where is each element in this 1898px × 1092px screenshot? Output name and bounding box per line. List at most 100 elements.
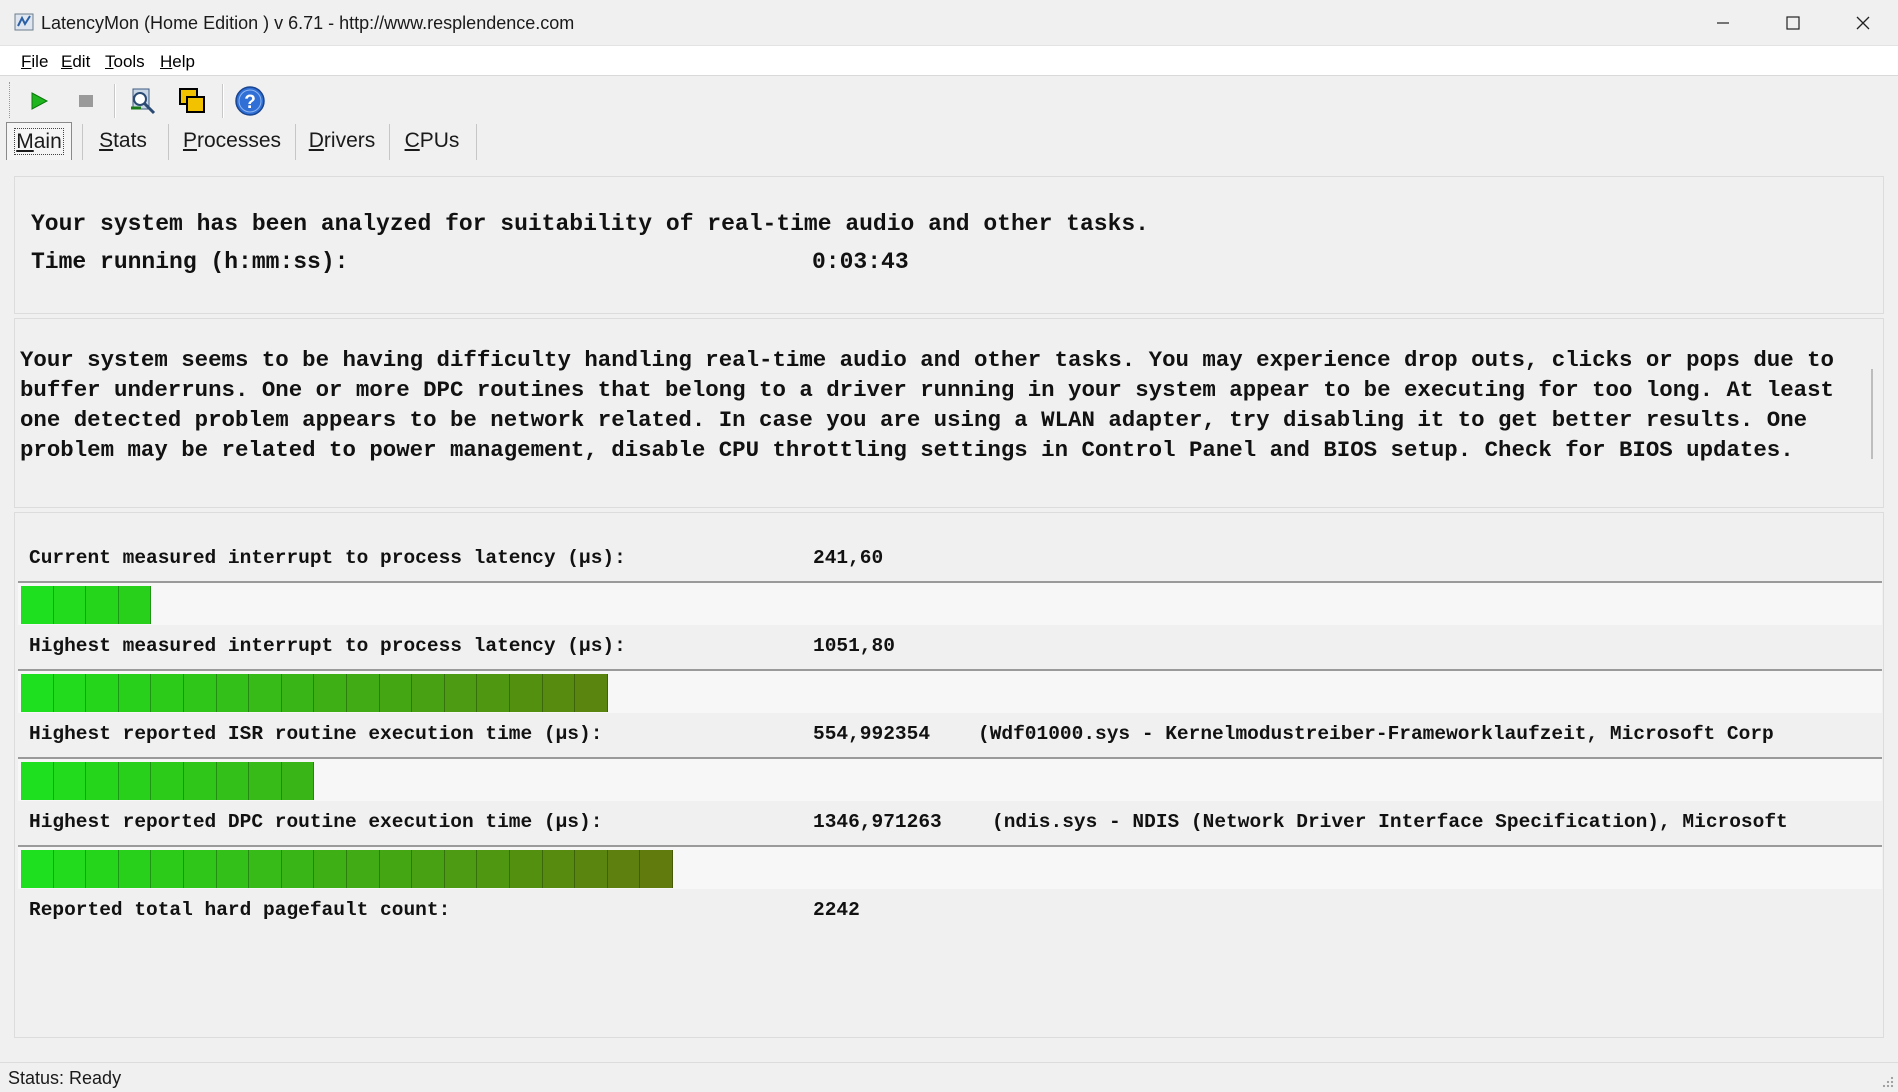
bar-segment (281, 674, 315, 712)
svg-text:?: ? (244, 92, 256, 113)
bar-segment (281, 762, 315, 800)
tab-drivers[interactable]: Drivers (302, 122, 382, 160)
advice-panel: Your system seems to be having difficult… (14, 318, 1884, 508)
pagefault-value: 2242 (813, 899, 860, 921)
status-bar: Status: Ready (0, 1062, 1898, 1092)
advice-scrollbar[interactable] (1871, 369, 1873, 459)
window-copy-icon (179, 88, 205, 113)
analysis-summary: Your system has been analyzed for suitab… (31, 211, 1149, 237)
tab-cpus[interactable]: CPUs (396, 122, 468, 160)
dpc-time-value: 1346,971263 (813, 811, 942, 833)
windows-button[interactable] (175, 84, 209, 118)
status-text: Status: Ready (8, 1068, 122, 1088)
tab-separator (82, 124, 83, 160)
bar-segment (21, 674, 54, 712)
bar-segment (183, 674, 217, 712)
toolbar-separator (114, 84, 116, 118)
pagefault-label: Reported total hard pagefault count: (29, 899, 451, 921)
play-icon (31, 92, 49, 110)
minimize-icon (1717, 22, 1729, 24)
bar-segment (477, 850, 510, 888)
bar-segment (412, 674, 445, 712)
time-running-label: Time running (h:mm:ss): (31, 249, 349, 275)
bar-segment (53, 674, 87, 712)
dpc-time-label: Highest reported DPC routine execution t… (29, 811, 603, 833)
bar-segment (118, 586, 152, 624)
toolbar-grip (9, 82, 13, 118)
current-latency-value: 241,60 (813, 547, 884, 569)
start-button[interactable] (22, 84, 56, 118)
highest-latency-bar-fill (21, 674, 608, 712)
tab-separator (476, 124, 477, 160)
tab-separator (168, 124, 169, 160)
help-button[interactable]: ? (233, 84, 267, 118)
bar-segment (183, 850, 217, 888)
tab-stats[interactable]: Stats (88, 122, 158, 160)
bar-segment (379, 850, 413, 888)
menu-bar: File Edit Tools Help (0, 46, 1898, 76)
close-button[interactable] (1828, 0, 1898, 46)
highest-latency-bar (18, 669, 1882, 713)
bar-segment (216, 762, 250, 800)
tab-processes[interactable]: Processes (176, 122, 288, 160)
current-latency-bar (18, 581, 1882, 625)
menu-help[interactable]: Help (160, 52, 195, 72)
maximize-button[interactable] (1758, 0, 1828, 46)
isr-time-bar (18, 757, 1882, 801)
title-bar: LatencyMon (Home Edition ) v 6.71 - http… (0, 0, 1898, 46)
bar-segment (118, 674, 152, 712)
bar-segment (86, 850, 119, 888)
menu-tools[interactable]: Tools (105, 52, 145, 72)
toolbar: ? (0, 78, 1898, 122)
tab-separator (389, 124, 390, 160)
bar-segment (640, 850, 673, 888)
current-latency-bar-fill (21, 586, 152, 624)
bar-segment (21, 850, 54, 888)
bar-segment (86, 762, 119, 800)
bar-segment (379, 674, 413, 712)
bar-segment (53, 762, 87, 800)
isr-time-value: 554,992354 (813, 723, 931, 745)
window-title: LatencyMon (Home Edition ) v 6.71 - http… (41, 13, 575, 33)
dpc-time-bar (18, 845, 1882, 889)
bar-segment (509, 850, 543, 888)
bar-segment (53, 850, 87, 888)
highest-latency-value: 1051,80 (813, 635, 895, 657)
tab-strip: Main Stats Processes Drivers CPUs (0, 122, 1898, 162)
dpc-time-bar-fill (21, 850, 673, 888)
bar-segment (412, 850, 445, 888)
dpc-driver-desc: (ndis.sys - NDIS (Network Driver Interfa… (992, 811, 1788, 833)
current-latency-label: Current measured interrupt to process la… (29, 547, 626, 569)
advice-text: Your system seems to be having difficult… (20, 347, 1834, 463)
metrics-panel: Current measured interrupt to process la… (14, 512, 1884, 1038)
tab-main[interactable]: Main (6, 122, 72, 160)
bar-segment (314, 674, 347, 712)
menu-edit[interactable]: Edit (61, 52, 90, 72)
bar-segment (21, 586, 54, 624)
help-icon: ? (235, 86, 265, 116)
bar-segment (314, 850, 347, 888)
minimize-button[interactable] (1688, 0, 1758, 46)
bar-segment (444, 674, 478, 712)
bar-segment (249, 674, 282, 712)
analyze-button[interactable] (126, 84, 160, 118)
toolbar-separator (222, 84, 224, 118)
bar-segment (607, 850, 641, 888)
bar-segment (444, 850, 478, 888)
bar-segment (346, 674, 380, 712)
stop-button[interactable] (69, 84, 103, 118)
summary-panel: Your system has been analyzed for suitab… (14, 176, 1884, 314)
bar-segment (216, 674, 250, 712)
highest-latency-label: Highest measured interrupt to process la… (29, 635, 626, 657)
bar-segment (249, 850, 282, 888)
resize-grip-icon[interactable] (1882, 1076, 1894, 1088)
maximize-icon (1786, 16, 1800, 30)
close-icon (1856, 16, 1870, 30)
bar-segment (542, 674, 576, 712)
time-running-value: 0:03:43 (812, 249, 909, 275)
bar-segment (346, 850, 380, 888)
bar-segment (477, 674, 510, 712)
menu-file[interactable]: File (21, 52, 48, 72)
bar-segment (183, 762, 217, 800)
bar-segment (216, 850, 250, 888)
